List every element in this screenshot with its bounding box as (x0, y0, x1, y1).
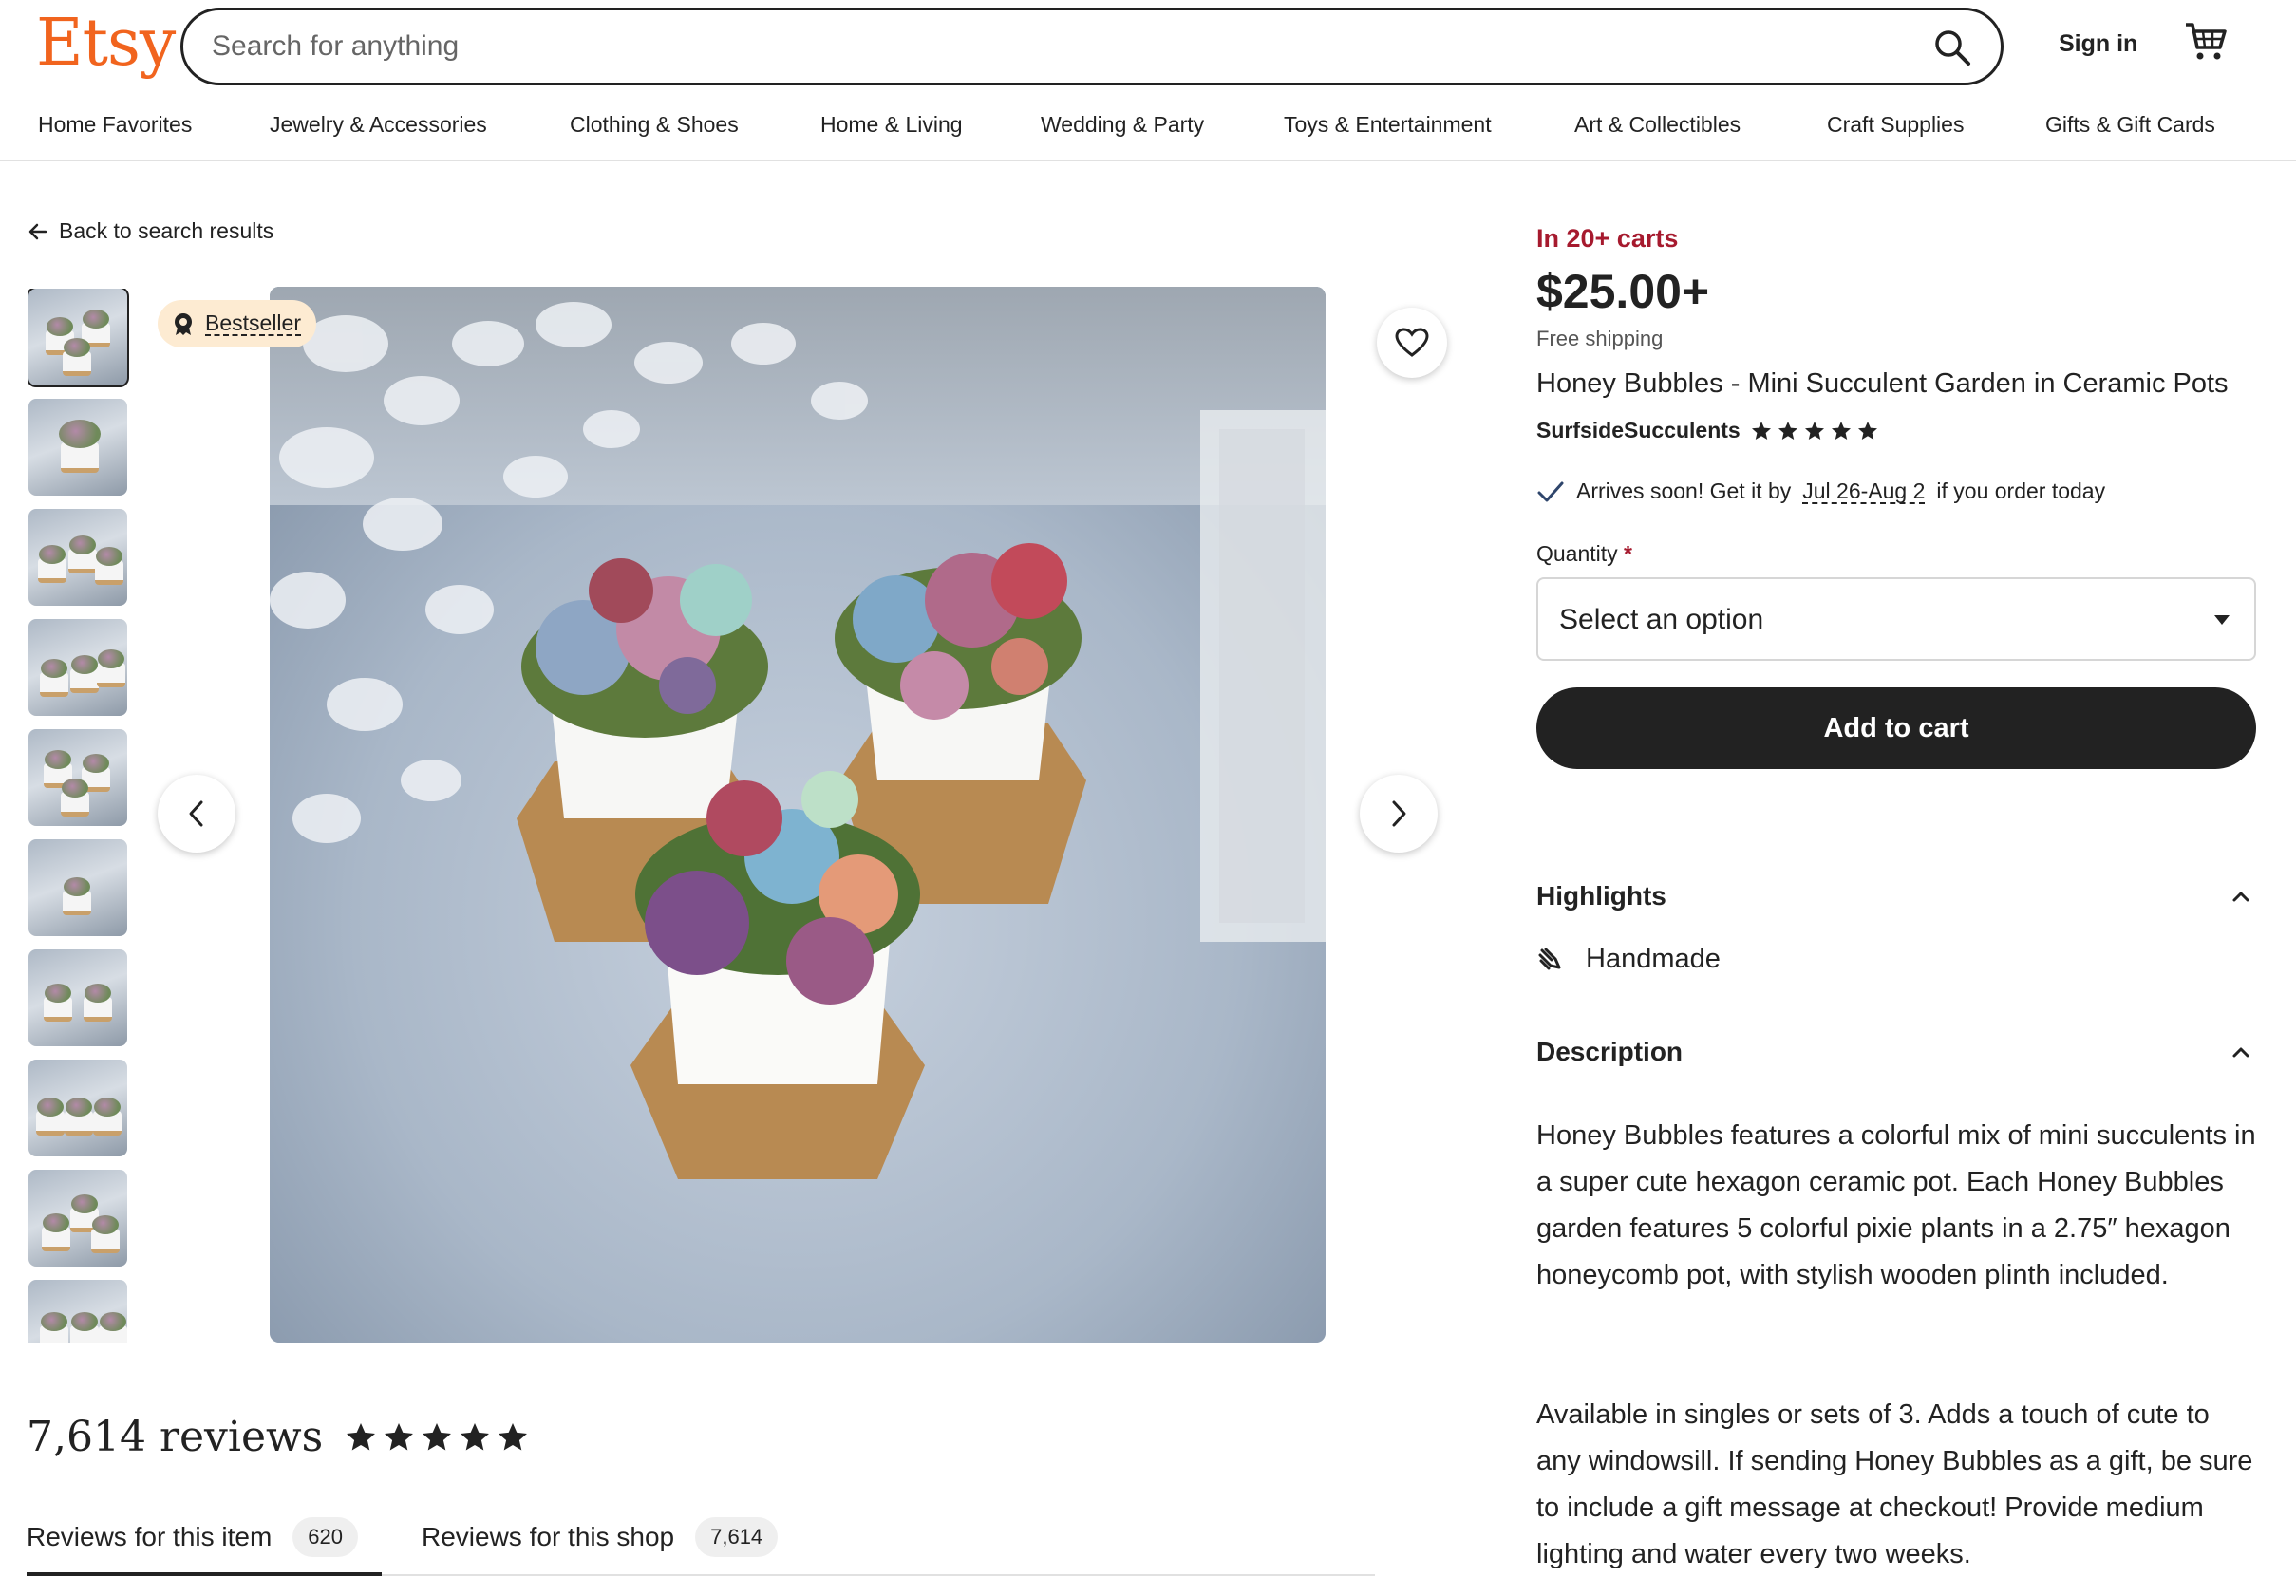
thumbnail-4[interactable] (28, 619, 127, 716)
star-icon (1751, 421, 1771, 440)
description-paragraph-2: Available in singles or sets of 3. Adds … (1536, 1399, 2253, 1569)
previous-image-button[interactable] (158, 775, 235, 853)
search-icon[interactable] (1932, 28, 1972, 67)
etsy-logo[interactable]: Etsy (36, 6, 176, 81)
nav-item-home-living[interactable]: Home & Living (820, 112, 963, 138)
star-icon (1778, 421, 1797, 440)
nav-item-wedding[interactable]: Wedding & Party (1041, 112, 1204, 138)
nav-item-gifts[interactable]: Gifts & Gift Cards (2045, 112, 2215, 138)
thumbnail-5[interactable] (28, 729, 127, 826)
thumbnail-8[interactable] (28, 1060, 127, 1156)
arrow-left-icon (28, 223, 47, 239)
arrival-suffix: if you order today (1936, 479, 2106, 503)
search-input[interactable] (212, 24, 1883, 69)
thumbnail-10[interactable] (28, 1280, 127, 1343)
quantity-select-value: Select an option (1559, 604, 1764, 635)
highlights-header[interactable]: Highlights (1536, 881, 2258, 919)
highlights-heading: Highlights (1536, 881, 1666, 911)
tab-reviews-item-count: 620 (292, 1517, 359, 1557)
checkmark-icon (1537, 481, 1564, 501)
shop-info: SurfsideSucculents (1536, 418, 1879, 443)
star-icon (423, 1422, 452, 1450)
bestseller-badge[interactable]: Bestseller (158, 300, 316, 347)
price: $25.00+ (1536, 265, 1710, 318)
dropdown-caret-icon (2214, 615, 2230, 625)
tab-reviews-shop[interactable]: Reviews for this shop 7,614 (422, 1508, 779, 1567)
thumbnail-3[interactable] (28, 509, 127, 606)
thumbnail-9[interactable] (28, 1170, 127, 1267)
shop-star-rating (1750, 420, 1879, 442)
quantity-select[interactable]: Select an option (1536, 577, 2256, 661)
thumbnail-6[interactable] (28, 839, 127, 936)
description-paragraph-1: Honey Bubbles features a colorful mix of… (1536, 1120, 2256, 1290)
thumbnail-2[interactable] (28, 399, 127, 496)
reviews-star-rating (344, 1420, 530, 1455)
add-to-cart-button[interactable]: Add to cart (1536, 687, 2256, 769)
search-bar[interactable] (180, 8, 2004, 85)
nav-item-art[interactable]: Art & Collectibles (1574, 112, 1741, 138)
heart-icon (1395, 328, 1429, 357)
description-heading: Description (1536, 1037, 1684, 1066)
favorite-button[interactable] (1377, 308, 1447, 378)
reviews-summary: 7,614 reviews (27, 1413, 530, 1461)
thumbnail-1[interactable] (28, 289, 129, 387)
nav-item-jewelry[interactable]: Jewelry & Accessories (270, 112, 487, 138)
category-nav: Home Favorites Jewelry & Accessories Clo… (0, 104, 2296, 161)
quantity-label: Quantity * (1536, 541, 1632, 567)
shop-name-link[interactable]: SurfsideSucculents (1536, 418, 1741, 443)
chevron-left-icon (189, 800, 203, 827)
next-image-button[interactable] (1360, 775, 1438, 853)
handmade-hand-icon (1538, 948, 1561, 969)
sign-in-link[interactable]: Sign in (2059, 30, 2137, 58)
tab-reviews-item-label: Reviews for this item (27, 1522, 273, 1551)
star-icon (385, 1422, 414, 1450)
main-product-image[interactable] (270, 287, 1326, 1343)
site-header: Etsy Sign in (0, 0, 2296, 91)
star-icon (1831, 421, 1851, 440)
bestseller-award-icon (175, 313, 192, 335)
arrival-dates[interactable]: Jul 26-Aug 2 (1802, 479, 1926, 504)
nav-item-home-favorites[interactable]: Home Favorites (38, 112, 192, 138)
tab-reviews-item[interactable]: Reviews for this item 620 (27, 1508, 359, 1567)
back-label: Back to search results (59, 218, 274, 243)
listing-title: Honey Bubbles - Mini Succulent Garden in… (1536, 368, 2229, 399)
thumbnail-strip (28, 289, 129, 1343)
quantity-label-text: Quantity (1536, 541, 1618, 566)
chevron-right-icon (1392, 800, 1406, 827)
bestseller-label: Bestseller (205, 310, 301, 336)
carts-notice: In 20+ carts (1536, 224, 1679, 253)
active-tab-indicator (27, 1572, 382, 1576)
arrival-prefix: Arrives soon! Get it by (1576, 479, 1792, 503)
tab-reviews-shop-label: Reviews for this shop (422, 1522, 675, 1551)
star-icon (347, 1422, 376, 1450)
required-marker: * (1624, 541, 1632, 566)
delivery-estimate: Arrives soon! Get it by Jul 26-Aug 2 if … (1536, 479, 2105, 504)
chevron-up-icon (2232, 892, 2249, 902)
description-header[interactable]: Description (1536, 1037, 2258, 1075)
nav-item-clothing[interactable]: Clothing & Shoes (570, 112, 739, 138)
nav-item-toys[interactable]: Toys & Entertainment (1284, 112, 1492, 138)
star-icon (461, 1422, 490, 1450)
tab-reviews-shop-count: 7,614 (695, 1517, 779, 1557)
cart-icon[interactable] (2184, 21, 2228, 63)
shipping-info: Free shipping (1536, 327, 1664, 350)
succulent-photo (270, 287, 1326, 1343)
nav-item-craft-supplies[interactable]: Craft Supplies (1827, 112, 1964, 138)
star-icon (1857, 421, 1877, 440)
highlight-handmade: Handmade (1586, 944, 1721, 974)
reviews-count: 7,614 reviews (27, 1413, 324, 1461)
star-icon (499, 1422, 528, 1450)
star-icon (1804, 421, 1824, 440)
chevron-up-icon (2232, 1047, 2249, 1058)
thumbnail-7[interactable] (28, 949, 127, 1046)
reviews-tabs: Reviews for this item 620 Reviews for th… (27, 1508, 1375, 1576)
highlight-item: Handmade (1536, 944, 1721, 975)
back-to-results-link[interactable]: Back to search results (27, 218, 273, 244)
